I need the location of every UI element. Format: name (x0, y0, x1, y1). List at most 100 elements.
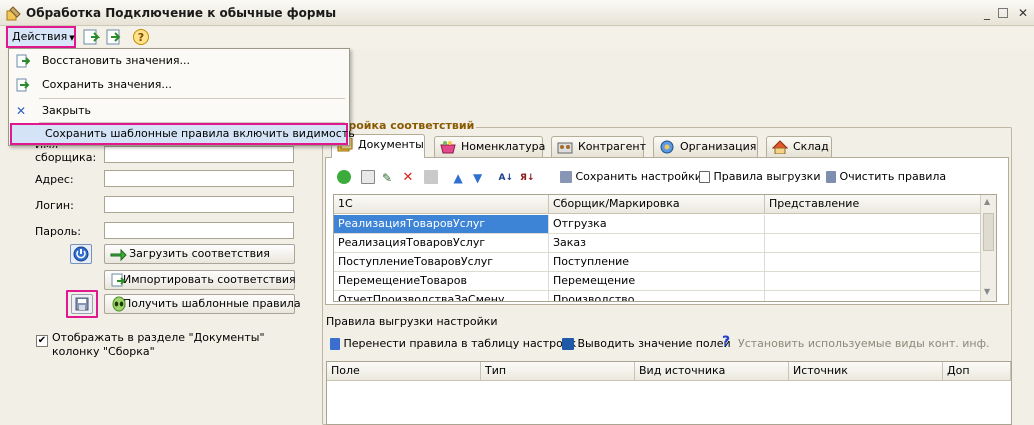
table-cell[interactable] (765, 253, 982, 272)
password-label: Пароль: (35, 225, 81, 238)
help-question-icon[interactable]: ? (722, 334, 730, 350)
menu-item-label: Сохранить значения... (42, 78, 172, 91)
column-header-presentation[interactable]: Представление (765, 195, 982, 214)
disk-icon[interactable] (424, 170, 438, 184)
save-values-icon[interactable] (105, 28, 123, 46)
output-values-label: Выводить значение полей (577, 337, 731, 350)
alien-icon (112, 296, 126, 312)
svg-text:?: ? (138, 31, 144, 44)
table-cell[interactable]: РеализацияТоваровУслуг (334, 215, 549, 234)
table-cell[interactable] (765, 215, 982, 234)
set-contact-types-button[interactable]: Установить используемые виды конт. инф. (738, 336, 989, 352)
trash-icon (826, 171, 836, 183)
save-templates-button[interactable] (71, 294, 93, 314)
tab-warehouse[interactable]: Склад (766, 136, 832, 157)
save-settings-icon (560, 171, 572, 183)
collector-name-input[interactable] (104, 146, 294, 163)
restore-values-icon[interactable] (82, 28, 100, 46)
table-cell[interactable]: Поступление (549, 253, 765, 272)
output-values-button[interactable]: Выводить значение полей (562, 336, 731, 352)
export-rules-grid[interactable]: Поле Тип Вид источника Источник Доп (326, 361, 1012, 425)
password-input[interactable] (104, 222, 294, 239)
menu-item-save-values[interactable]: Сохранить значения... (9, 74, 349, 96)
tab-organization[interactable]: Организация (653, 136, 758, 157)
column-header-extra[interactable]: Доп (943, 362, 1011, 381)
search-icon (562, 338, 574, 350)
table-cell[interactable]: Производство (549, 291, 765, 301)
clear-rules-label: Очистить правила (839, 170, 947, 183)
connect-button[interactable] (70, 244, 92, 264)
menu-item-save-template-rules[interactable]: Сохранить шаблонные правила включить вид… (10, 123, 355, 145)
scroll-up-icon[interactable]: ▲ (984, 197, 990, 206)
minimize-icon[interactable]: _ (980, 6, 994, 20)
login-label: Логин: (35, 199, 74, 212)
close-icon: ✕ (16, 104, 27, 118)
maximize-icon[interactable] (998, 8, 1008, 18)
transfer-rules-button[interactable]: Перенести правила в таблицу настроек (330, 336, 576, 352)
collector-name-label-2: сборщика: (35, 151, 97, 164)
grid-scrollbar[interactable]: ▲ ▼ (980, 195, 996, 301)
tab-counterparty-label: Контрагент (578, 140, 647, 153)
table-cell[interactable]: ПоступлениеТоваровУслуг (334, 253, 549, 272)
export-rules-button[interactable]: Правила выгрузки (699, 169, 820, 185)
column-header-field[interactable]: Поле (327, 362, 481, 381)
counterparty-icon (557, 142, 573, 154)
table-cell[interactable]: ОтчетПроизводстваЗаСмену (334, 291, 549, 301)
table-cell[interactable]: Заказ (549, 234, 765, 253)
login-input[interactable] (104, 196, 294, 213)
table-cell[interactable]: Отгрузка (549, 215, 765, 234)
question-icon[interactable]: ? (132, 28, 150, 46)
tab-nomenclature[interactable]: Номенклатура (434, 136, 546, 157)
menu-item-restore-values[interactable]: Восстановить значения... (9, 50, 349, 72)
column-header-source-kind[interactable]: Вид источника (635, 362, 789, 381)
table-cell[interactable]: ПеремещениеТоваров (334, 272, 549, 291)
window-titlebar: Обработка Подключение к обычные формы _ … (0, 0, 1034, 26)
copy-icon[interactable] (360, 170, 375, 184)
sort-asc-icon[interactable]: A↓ (499, 170, 514, 184)
column-header-1c[interactable]: 1С (334, 195, 549, 214)
move-up-icon[interactable]: ▲ (454, 170, 468, 185)
tab-nomenclature-label: Номенклатура (461, 140, 546, 153)
house-icon (772, 140, 788, 154)
menu-item-close[interactable]: ✕ Закрыть (9, 100, 349, 122)
tab-counterparty[interactable]: Контрагент (551, 136, 647, 157)
load-mappings-button[interactable]: Загрузить соответствия (104, 244, 295, 264)
clear-rules-button[interactable]: Очистить правила (826, 169, 946, 185)
column-header-type[interactable]: Тип (481, 362, 635, 381)
column-header-collector[interactable]: Сборщик/Маркировка (549, 195, 765, 214)
show-in-documents-checkbox[interactable]: ✔ (36, 335, 48, 347)
import-icon (111, 273, 126, 287)
add-icon[interactable] (337, 170, 351, 184)
column-header-source[interactable]: Источник (789, 362, 943, 381)
save-settings-button[interactable]: Сохранить настройки (560, 169, 702, 185)
table-cell[interactable] (765, 272, 982, 291)
address-input[interactable] (104, 170, 294, 187)
scroll-down-icon[interactable]: ▼ (984, 287, 990, 296)
actions-menu-button[interactable]: Действия ▼ (6, 26, 76, 48)
import-mappings-label: Импортировать соответствия (123, 273, 296, 286)
mappings-grid[interactable]: 1С Сборщик/Маркировка Представление Реал… (333, 194, 997, 302)
chevron-down-icon: ▼ (69, 34, 75, 42)
export-rules-icon (699, 171, 710, 183)
menu-item-label: Восстановить значения... (42, 54, 190, 67)
export-rules-label: Правила выгрузки (713, 170, 821, 183)
table-cell[interactable] (765, 291, 982, 301)
address-label: Адрес: (35, 173, 74, 186)
import-mappings-button[interactable]: Импортировать соответствия (104, 270, 296, 290)
set-contact-types-label: Установить используемые виды конт. инф. (738, 337, 990, 350)
close-window-icon[interactable]: ✕ (1016, 6, 1030, 20)
move-down-icon[interactable]: ▼ (473, 170, 487, 185)
sort-desc-icon[interactable]: Я↓ (520, 170, 534, 184)
table-cell[interactable] (765, 234, 982, 253)
get-template-rules-button[interactable]: Получить шаблонные правила (104, 294, 301, 314)
table-cell[interactable]: Перемещение (549, 272, 765, 291)
pencil-icon[interactable]: ✎ (382, 170, 396, 185)
table-cell[interactable]: РеализацияТоваровУслуг (334, 234, 549, 253)
delete-icon[interactable]: ✕ (403, 170, 417, 185)
scroll-thumb[interactable] (983, 213, 994, 251)
menu-item-label: Закрыть (42, 104, 91, 117)
transfer-rules-label: Перенести правила в таблицу настроек (343, 337, 577, 350)
transfer-icon (330, 338, 340, 350)
get-template-rules-label: Получить шаблонные правила (123, 297, 301, 310)
arrow-right-icon (110, 248, 127, 262)
